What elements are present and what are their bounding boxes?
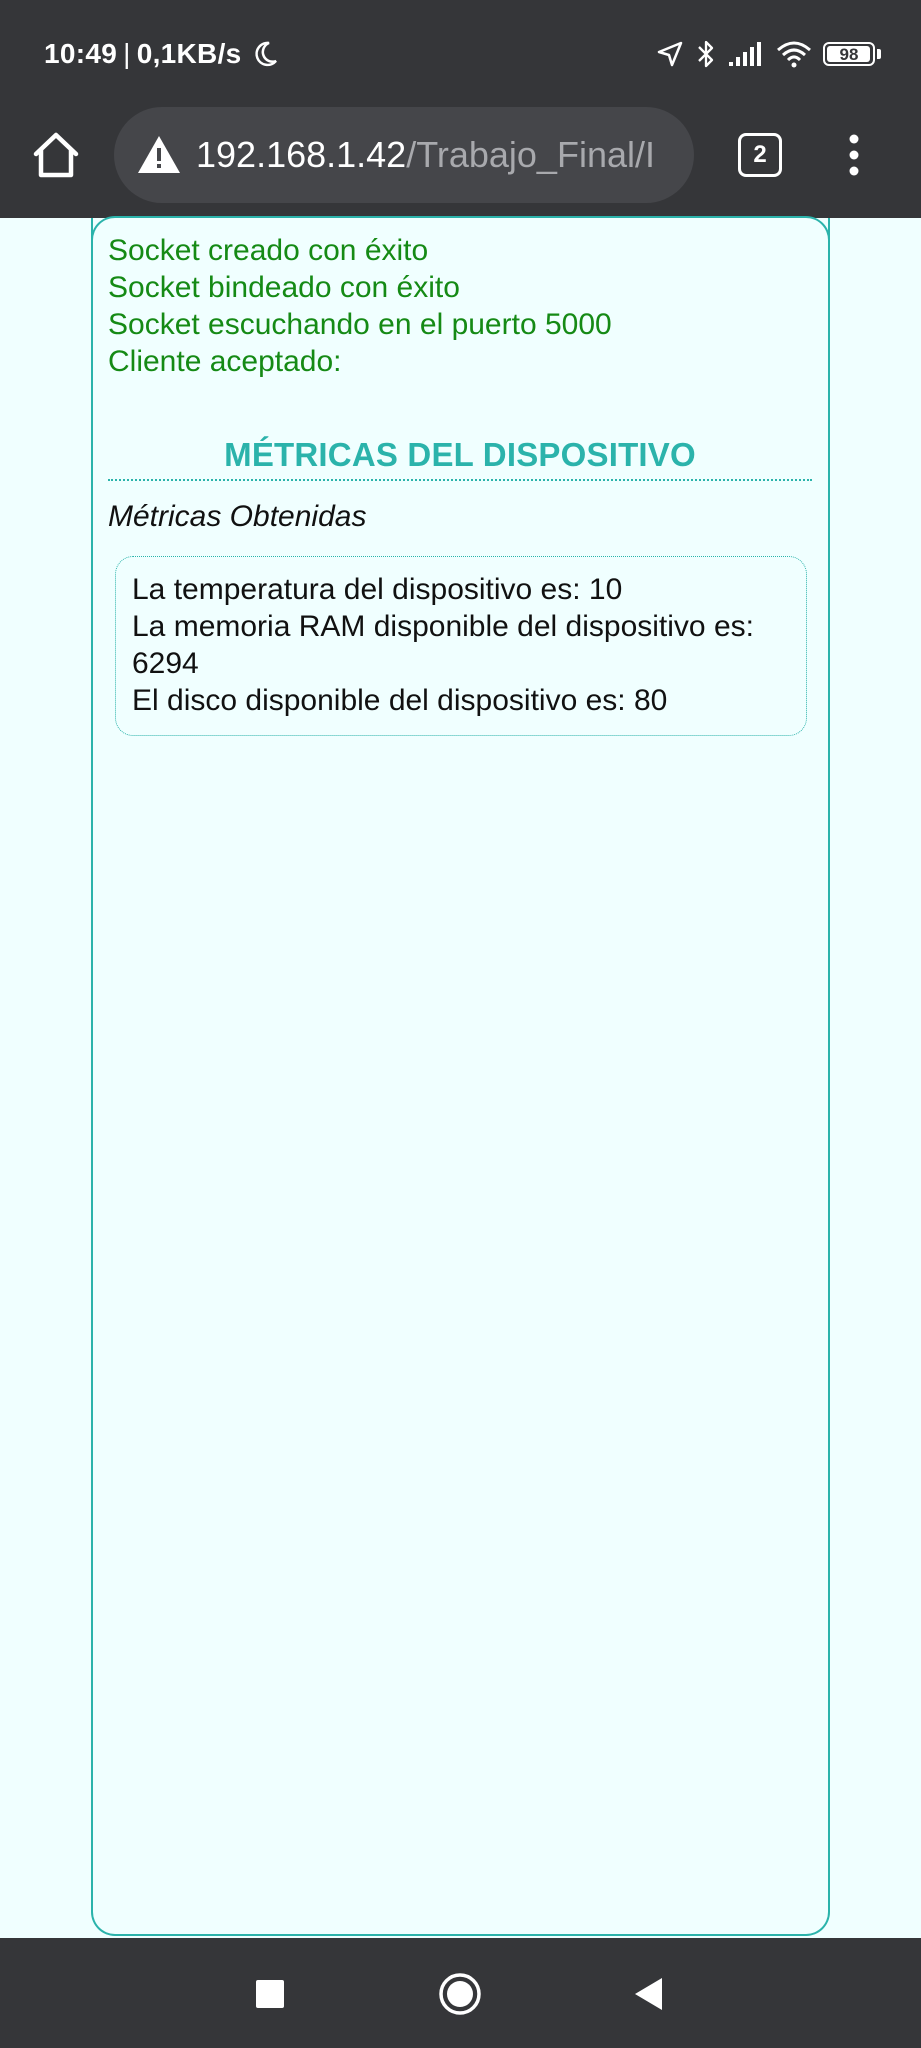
location-icon xyxy=(657,41,683,67)
url-host: 192.168.1.42 xyxy=(196,134,407,175)
url-text[interactable]: 192.168.1.42/Trabajo_Final/I xyxy=(196,134,676,176)
tab-switcher-button[interactable]: 2 xyxy=(738,133,782,177)
recents-square-icon[interactable] xyxy=(256,1980,284,2008)
do-not-disturb-moon-icon xyxy=(254,41,277,67)
status-time: 10:49 xyxy=(44,38,118,69)
not-secure-warning-icon[interactable] xyxy=(136,132,182,178)
status-data-rate: 0,1KB/s xyxy=(136,38,242,69)
log-line: Socket creado con éxito xyxy=(108,234,429,267)
metrics-list: La temperatura del dispositivo es: 10 La… xyxy=(132,571,792,719)
overflow-menu-icon[interactable] xyxy=(838,131,870,179)
metrics-heading: MÉTRICAS DEL DISPOSITIVO xyxy=(224,436,696,473)
metric-ram-value: 6294 xyxy=(132,647,199,680)
metrics-divider xyxy=(108,479,812,481)
home-icon[interactable] xyxy=(30,129,82,181)
status-left: 10:49 | 0,1KB/s xyxy=(44,38,280,70)
signal-strength-icon xyxy=(729,42,761,66)
status-right: 98 xyxy=(655,38,881,70)
system-navigation-bar xyxy=(0,1938,921,2048)
tab-count: 2 xyxy=(753,141,767,168)
log-line: Socket escuchando en el puerto 5000 xyxy=(108,308,612,341)
home-circle-icon[interactable] xyxy=(437,1971,483,2017)
status-separator: | xyxy=(123,38,131,69)
browser-toolbar: 192.168.1.42/Trabajo_Final/I 2 xyxy=(0,103,921,218)
content-card xyxy=(91,218,830,1936)
metric-ram-label: La memoria RAM disponible del dispositiv… xyxy=(132,610,754,643)
back-triangle-icon[interactable] xyxy=(632,1976,664,2012)
log-line: Cliente aceptado: xyxy=(108,345,342,378)
status-bar: 10:49 | 0,1KB/s 98 xyxy=(0,0,921,103)
address-bar[interactable]: 192.168.1.42/Trabajo_Final/I xyxy=(114,107,694,203)
socket-log: Socket creado con éxito Socket bindeado … xyxy=(108,232,612,380)
battery-icon: 98 xyxy=(823,42,875,66)
wifi-icon xyxy=(777,41,811,68)
metric-temperature: La temperatura del dispositivo es: 10 xyxy=(132,573,623,606)
battery-tip xyxy=(877,49,881,59)
log-line: Socket bindeado con éxito xyxy=(108,271,460,304)
url-path: /Trabajo_Final/I xyxy=(406,134,655,175)
metric-disk: El disco disponible del dispositivo es: … xyxy=(132,684,668,717)
battery-percent: 98 xyxy=(839,44,859,64)
bluetooth-icon xyxy=(698,40,714,68)
metrics-subtitle: Métricas Obtenidas xyxy=(108,500,367,533)
